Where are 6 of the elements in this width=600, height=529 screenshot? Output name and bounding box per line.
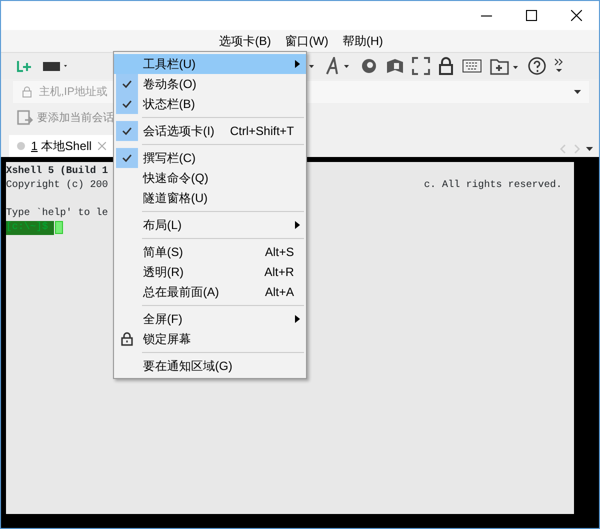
session-hint: 要添加当前会话 [37, 110, 114, 126]
terminal-line: Type `help' to le [6, 207, 108, 221]
tab-label: 1 本地Shell [31, 138, 92, 155]
terminal-line: c. All rights reserved. [424, 179, 562, 193]
terminal-line: Copyright (c) 200 [6, 179, 108, 193]
terminal-line: Xshell 5 (Build 1 [6, 165, 108, 179]
